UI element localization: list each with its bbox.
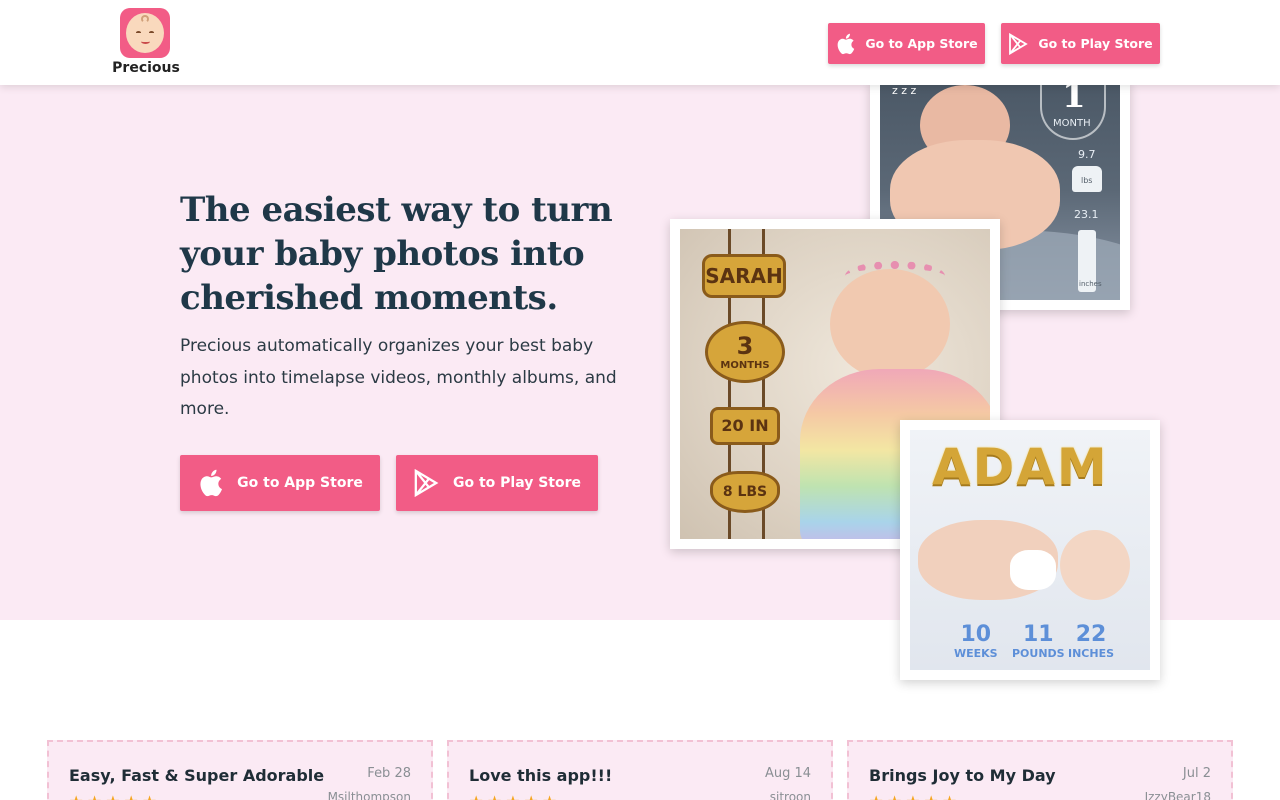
header-app-store-label: Go to App Store xyxy=(865,36,978,51)
month-number: 1 xyxy=(1062,80,1086,116)
length-unit: inches xyxy=(1079,280,1102,288)
stat-value: 11 xyxy=(1022,622,1054,647)
adam-balloon-letters: ADAM xyxy=(932,438,1109,496)
review-card: Easy, Fast & Super Adorable Feb 28 ★★★★★… xyxy=(47,740,433,800)
weight-unit: lbs xyxy=(1081,176,1093,185)
hero-play-store-button[interactable]: Go to Play Store xyxy=(396,455,598,511)
apple-icon xyxy=(197,468,223,498)
name-plaque: SARAH xyxy=(702,254,786,298)
weight-value: 9.7 xyxy=(1078,148,1096,161)
site-header: Precious Go to App Store Go to Play Stor… xyxy=(0,0,1280,85)
app-name: Precious xyxy=(112,60,180,76)
stat-unit: WEEKS xyxy=(954,647,998,660)
months-plaque: 3 MONTHS xyxy=(705,321,785,383)
weight-plaque: 8 LBS xyxy=(710,471,780,513)
review-stars: ★★★★★ xyxy=(469,792,561,800)
review-title: Love this app!!! xyxy=(469,766,613,785)
length-value: 23.1 xyxy=(1074,208,1099,221)
photo-card-adam: ADAM 10 WEEKS 11 POUNDS 22 INCHES xyxy=(900,420,1160,680)
months-label: MONTHS xyxy=(720,359,770,371)
stat-weeks: 10 WEEKS xyxy=(954,622,998,660)
review-author: IzzyBear18 xyxy=(1144,790,1211,800)
hero-app-store-button[interactable]: Go to App Store xyxy=(180,455,380,511)
header-app-store-button[interactable]: Go to App Store xyxy=(828,23,985,64)
review-date: Feb 28 xyxy=(367,766,411,781)
stat-value: 22 xyxy=(1075,622,1107,647)
stat-value: 10 xyxy=(960,622,992,647)
hero-title: The easiest way to turn your baby photos… xyxy=(180,190,613,318)
hero-app-store-label: Go to App Store xyxy=(237,475,363,491)
stat-inches: 22 INCHES xyxy=(1068,622,1114,660)
review-title: Easy, Fast & Super Adorable xyxy=(69,766,325,785)
review-date: Aug 14 xyxy=(764,766,811,781)
stat-unit: POUNDS xyxy=(1012,647,1065,660)
month-label: MONTH xyxy=(1053,118,1091,129)
stat-unit: INCHES xyxy=(1068,647,1115,660)
baby-photo-adam: ADAM 10 WEEKS 11 POUNDS 22 INCHES xyxy=(910,430,1150,670)
review-stars: ★★★★★ xyxy=(69,792,161,800)
play-store-icon xyxy=(413,469,439,497)
stat-pounds: 11 POUNDS xyxy=(1012,622,1065,660)
review-card: Brings Joy to My Day Jul 2 ★★★★★ IzzyBea… xyxy=(847,740,1233,800)
review-author: sitroon xyxy=(769,790,811,800)
play-store-icon xyxy=(1008,32,1029,55)
review-title: Brings Joy to My Day xyxy=(869,766,1056,785)
hero-play-store-label: Go to Play Store xyxy=(452,475,582,491)
months-number: 3 xyxy=(736,331,754,360)
header-play-store-label: Go to Play Store xyxy=(1038,36,1153,51)
apple-icon xyxy=(835,33,855,55)
review-author: Msjlthompson xyxy=(327,790,411,800)
precious-logo[interactable] xyxy=(120,8,170,58)
review-date: Jul 2 xyxy=(1182,766,1211,781)
review-stars: ★★★★★ xyxy=(869,792,961,800)
hero-subtitle: Precious automatically organizes your be… xyxy=(180,336,617,419)
review-card: Love this app!!! Aug 14 ★★★★★ sitroon xyxy=(447,740,833,800)
header-play-store-button[interactable]: Go to Play Store xyxy=(1001,23,1160,64)
length-plaque: 20 IN xyxy=(710,407,780,445)
baby-face-icon xyxy=(126,13,164,53)
